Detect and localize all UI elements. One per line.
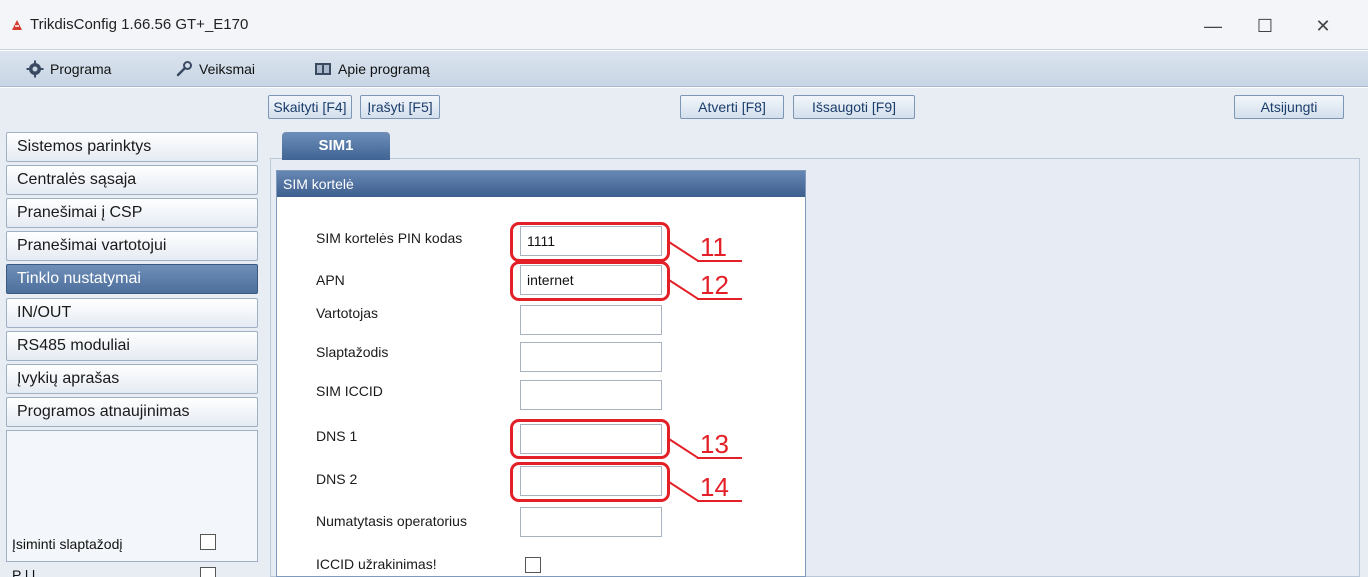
- dns1-label: DNS 1: [316, 428, 358, 444]
- nav-item-programos-atnaujinimas[interactable]: Programos atnaujinimas: [6, 397, 258, 427]
- second-option-label: P l l: [12, 567, 36, 577]
- sim-card-group-title: SIM kortelė: [277, 171, 805, 197]
- save-button[interactable]: Išsaugoti [F9]: [793, 95, 915, 119]
- window-title: TrikdisConfig 1.66.56 GT+_E170: [30, 16, 249, 33]
- app-logo-icon: [12, 20, 22, 30]
- callout-number-14: 14: [700, 472, 729, 502]
- write-button[interactable]: Įrašyti [F5]: [360, 95, 440, 119]
- title-bar: TrikdisConfig 1.66.56 GT+_E170 — ☐ ✕: [0, 0, 1368, 50]
- menu-bar: Programa Veiksmai Apie programą: [0, 51, 1368, 87]
- highlight-dns1: [510, 419, 670, 459]
- operator-label: Numatytasis operatorius: [316, 513, 467, 529]
- nav-item-pranesimai-csp[interactable]: Pranešimai į CSP: [6, 198, 258, 228]
- gear-icon: [26, 60, 44, 78]
- highlight-apn: [510, 261, 670, 301]
- close-button[interactable]: ✕: [1300, 8, 1346, 44]
- callout-number-12: 12: [700, 270, 729, 300]
- highlight-dns2: [510, 462, 670, 502]
- side-navigation: Sistemos parinktys Centralės sąsaja Pran…: [6, 132, 258, 577]
- password-label: Slaptažodis: [316, 344, 389, 360]
- second-option-checkbox[interactable]: [200, 567, 216, 577]
- nav-item-pranesimai-vartotojui[interactable]: Pranešimai vartotojui: [6, 231, 258, 261]
- nav-item-in-out[interactable]: IN/OUT: [6, 298, 258, 328]
- menu-veiksmai[interactable]: Veiksmai: [175, 59, 255, 79]
- disconnect-button[interactable]: Atsijungti: [1234, 95, 1344, 119]
- maximize-button[interactable]: ☐: [1242, 8, 1288, 44]
- iccid-lock-label: ICCID užrakinimas!: [316, 556, 437, 572]
- iccid-input[interactable]: [520, 380, 662, 410]
- highlight-pin: [510, 222, 670, 262]
- user-label: Vartotojas: [316, 305, 378, 321]
- iccid-label: SIM ICCID: [316, 383, 383, 399]
- read-button[interactable]: Skaityti [F4]: [268, 95, 352, 119]
- apn-label: APN: [316, 272, 345, 288]
- iccid-lock-checkbox[interactable]: [525, 557, 541, 573]
- remember-password-label: Įsiminti slaptažodį: [12, 536, 123, 552]
- menu-programa-label: Programa: [50, 61, 112, 77]
- callout-number-13: 13: [700, 429, 729, 459]
- dns2-label: DNS 2: [316, 471, 358, 487]
- book-icon: [315, 63, 331, 75]
- user-input[interactable]: [520, 305, 662, 335]
- pin-label: SIM kortelės PIN kodas: [316, 230, 463, 246]
- operator-input[interactable]: [520, 507, 662, 537]
- open-button[interactable]: Atverti [F8]: [680, 95, 784, 119]
- menu-apie[interactable]: Apie programą: [314, 59, 430, 79]
- password-input[interactable]: [520, 342, 662, 372]
- nav-item-tinklo-nustatymai[interactable]: Tinklo nustatymai: [6, 264, 258, 294]
- menu-programa[interactable]: Programa: [26, 59, 111, 79]
- nav-item-centrales-sasaja[interactable]: Centralės sąsaja: [6, 165, 258, 195]
- minimize-button[interactable]: —: [1190, 8, 1236, 44]
- wrench-icon: [176, 61, 192, 77]
- nav-item-ivykiu-aprasas[interactable]: Įvykių aprašas: [6, 364, 258, 394]
- tab-sim1[interactable]: SIM1: [282, 132, 390, 160]
- nav-item-rs485-moduliai[interactable]: RS485 moduliai: [6, 331, 258, 361]
- callout-number-11: 11: [700, 232, 727, 262]
- menu-veiksmai-label: Veiksmai: [199, 61, 256, 77]
- nav-item-sistemos-parinktys[interactable]: Sistemos parinktys: [6, 132, 258, 162]
- menu-apie-label: Apie programą: [338, 61, 430, 77]
- remember-password-checkbox[interactable]: [200, 534, 216, 550]
